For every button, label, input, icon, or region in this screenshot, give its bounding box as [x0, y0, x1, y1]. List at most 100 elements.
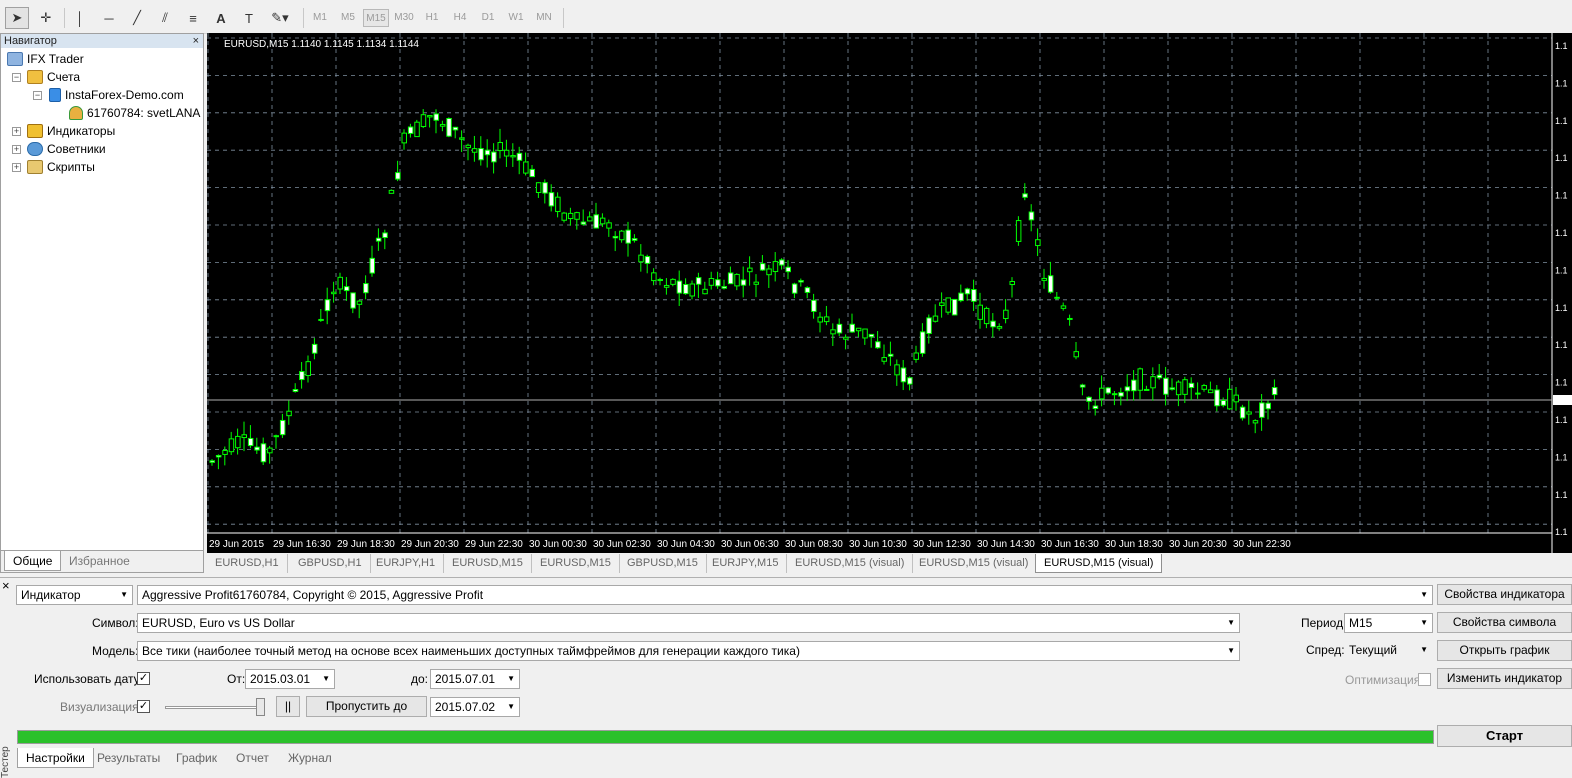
- tab-settings[interactable]: Настройки: [17, 748, 94, 768]
- expand-icon[interactable]: +: [12, 127, 21, 136]
- accounts-icon: [27, 70, 43, 84]
- speed-slider-handle[interactable]: [256, 698, 265, 716]
- toolbar: ➤ ✛ │ ─ ╱ ⫽ ≡ A T ✎▾ M1 M5 M15 M30 H1 H4 D1 W1 M…: [0, 0, 1572, 34]
- chart-tab[interactable]: GBPUSD,M15: [619, 554, 707, 573]
- tab-general[interactable]: Общие: [4, 551, 62, 571]
- indicator-properties-button[interactable]: Свойства индикатора: [1437, 584, 1572, 605]
- candle-body: [1265, 402, 1271, 410]
- timeframe-h4-button[interactable]: H4: [447, 9, 473, 27]
- tree-advisors-label: Советники: [47, 142, 106, 156]
- timeframe-m30-button[interactable]: M30: [391, 9, 417, 27]
- vertical-line-icon[interactable]: │: [68, 7, 92, 29]
- cursor-icon[interactable]: ➤: [5, 7, 29, 29]
- speed-slider-track[interactable]: [165, 706, 265, 709]
- tree-root[interactable]: IFX Trader: [7, 50, 84, 68]
- price-tick-label: 1.1: [1555, 78, 1568, 88]
- shapes-dropdown-icon[interactable]: ✎▾: [265, 7, 295, 29]
- skip-to-button[interactable]: Пропустить до: [306, 696, 427, 717]
- candle-body: [305, 361, 311, 377]
- chart-tab[interactable]: EURUSD,M15 (visual): [787, 554, 914, 573]
- dropdown-arrow-icon: ▼: [1420, 590, 1428, 599]
- chart-tab[interactable]: EURUSD,M15: [444, 554, 532, 573]
- start-button[interactable]: Старт: [1437, 725, 1572, 747]
- chart-tab[interactable]: EURUSD,M15 (visual): [1035, 554, 1163, 573]
- chart-tab[interactable]: EURUSD,M15: [532, 554, 620, 573]
- tree-server-label: InstaForex-Demo.com: [65, 88, 184, 102]
- chart-tab[interactable]: EURUSD,H1: [207, 554, 288, 573]
- from-date-input[interactable]: 2015.03.01 ▼: [245, 669, 335, 689]
- expand-icon[interactable]: +: [12, 145, 21, 154]
- timeframe-h1-button[interactable]: H1: [419, 9, 445, 27]
- period-value: M15: [1349, 616, 1373, 630]
- candle-body: [683, 283, 689, 295]
- spread-select[interactable]: Текущий ▼: [1344, 640, 1433, 660]
- tab-report[interactable]: Отчет: [228, 748, 277, 768]
- expert-select[interactable]: Aggressive Profit61760784, Copyright © 2…: [137, 585, 1433, 605]
- chart-tab[interactable]: EURUSD,M15 (visual): [911, 554, 1038, 573]
- candle-body: [1207, 389, 1214, 394]
- skip-date-input[interactable]: 2015.07.02 ▼: [430, 697, 520, 717]
- tab-results[interactable]: Результаты: [89, 748, 168, 768]
- symbol-properties-button[interactable]: Свойства символа: [1437, 612, 1572, 633]
- tree-indicators[interactable]: Индикаторы: [27, 122, 115, 140]
- timeframe-mn-button[interactable]: MN: [531, 9, 557, 27]
- time-tick-label: 30 Jun 12:30: [913, 539, 971, 550]
- candle-body: [951, 298, 958, 316]
- text-label-icon[interactable]: T: [237, 7, 261, 29]
- period-select[interactable]: M15 ▼: [1344, 613, 1433, 633]
- use-date-checkbox[interactable]: ✓: [137, 672, 150, 685]
- collapse-icon[interactable]: −: [12, 73, 21, 82]
- spread-label: Спред:: [1306, 643, 1345, 657]
- symbol-select[interactable]: EURUSD, Euro vs US Dollar ▼: [137, 613, 1240, 633]
- candle-body: [855, 327, 862, 332]
- collapse-icon[interactable]: −: [33, 91, 42, 100]
- model-select[interactable]: Все тики (наиболее точный метод на основ…: [137, 641, 1240, 661]
- timeframe-m5-button[interactable]: M5: [335, 9, 361, 27]
- price-chart[interactable]: 1.1 1.1 1.1 1.1 1.1 1.1 1.1 1.1 1.1 1.1 1.1 1.1 1.1 1…: [207, 33, 1572, 553]
- open-chart-button[interactable]: Открыть график: [1437, 640, 1572, 661]
- tree-account[interactable]: 61760784: svetLANA: [69, 104, 200, 122]
- tab-graph[interactable]: График: [168, 748, 225, 768]
- candle-body: [459, 137, 465, 140]
- tab-favorites[interactable]: Избранное: [61, 551, 138, 571]
- candle-body: [452, 126, 459, 131]
- chart-tab[interactable]: EURJPY,H1: [368, 554, 445, 573]
- dropdown-arrow-icon: ▼: [507, 674, 515, 683]
- close-icon[interactable]: ×: [193, 34, 199, 48]
- timeframe-m1-button[interactable]: M1: [307, 9, 333, 27]
- crosshair-icon[interactable]: ✛: [34, 7, 58, 29]
- candle-body: [593, 214, 599, 229]
- chart-tab[interactable]: GBPUSD,H1: [290, 554, 371, 573]
- time-tick-label: 30 Jun 06:30: [721, 539, 779, 550]
- candle-body: [491, 151, 497, 163]
- tree-accounts[interactable]: Счета: [27, 68, 80, 86]
- type-select[interactable]: Индикатор ▼: [16, 585, 133, 605]
- fibonacci-icon[interactable]: ≡: [181, 7, 205, 29]
- text-icon[interactable]: A: [209, 7, 233, 29]
- candle-body: [1009, 280, 1015, 286]
- tree-advisors[interactable]: Советники: [27, 140, 106, 158]
- tab-journal[interactable]: Журнал: [280, 748, 340, 768]
- channel-icon[interactable]: ⫽: [153, 7, 177, 29]
- to-date-input[interactable]: 2015.07.01 ▼: [430, 669, 520, 689]
- timeframe-m15-button[interactable]: M15: [363, 9, 389, 27]
- expand-icon[interactable]: +: [12, 163, 21, 172]
- timeframe-w1-button[interactable]: W1: [503, 9, 529, 27]
- trendline-icon[interactable]: ╱: [125, 7, 149, 29]
- horizontal-line-icon[interactable]: ─: [97, 7, 121, 29]
- timeframe-d1-button[interactable]: D1: [475, 9, 501, 27]
- tree-server[interactable]: InstaForex-Demo.com: [49, 86, 184, 104]
- visualization-checkbox[interactable]: ✓: [137, 700, 150, 713]
- tree-scripts[interactable]: Скрипты: [27, 158, 95, 176]
- candle-body: [740, 279, 747, 286]
- pause-button[interactable]: ||: [276, 696, 300, 717]
- chart-tab[interactable]: EURJPY,M15: [704, 554, 788, 573]
- tester-close-icon[interactable]: ×: [2, 576, 10, 596]
- time-tick-label: 30 Jun 20:30: [1169, 539, 1227, 550]
- candle-body: [804, 287, 811, 293]
- navigator-panel: Навигатор × IFX Trader − Счета − InstaFo…: [0, 33, 204, 573]
- skip-date-value: 2015.07.02: [435, 700, 496, 714]
- change-indicator-button[interactable]: Изменить индикатор: [1437, 668, 1572, 689]
- optimization-checkbox[interactable]: [1418, 673, 1431, 686]
- candle-body: [1118, 392, 1124, 397]
